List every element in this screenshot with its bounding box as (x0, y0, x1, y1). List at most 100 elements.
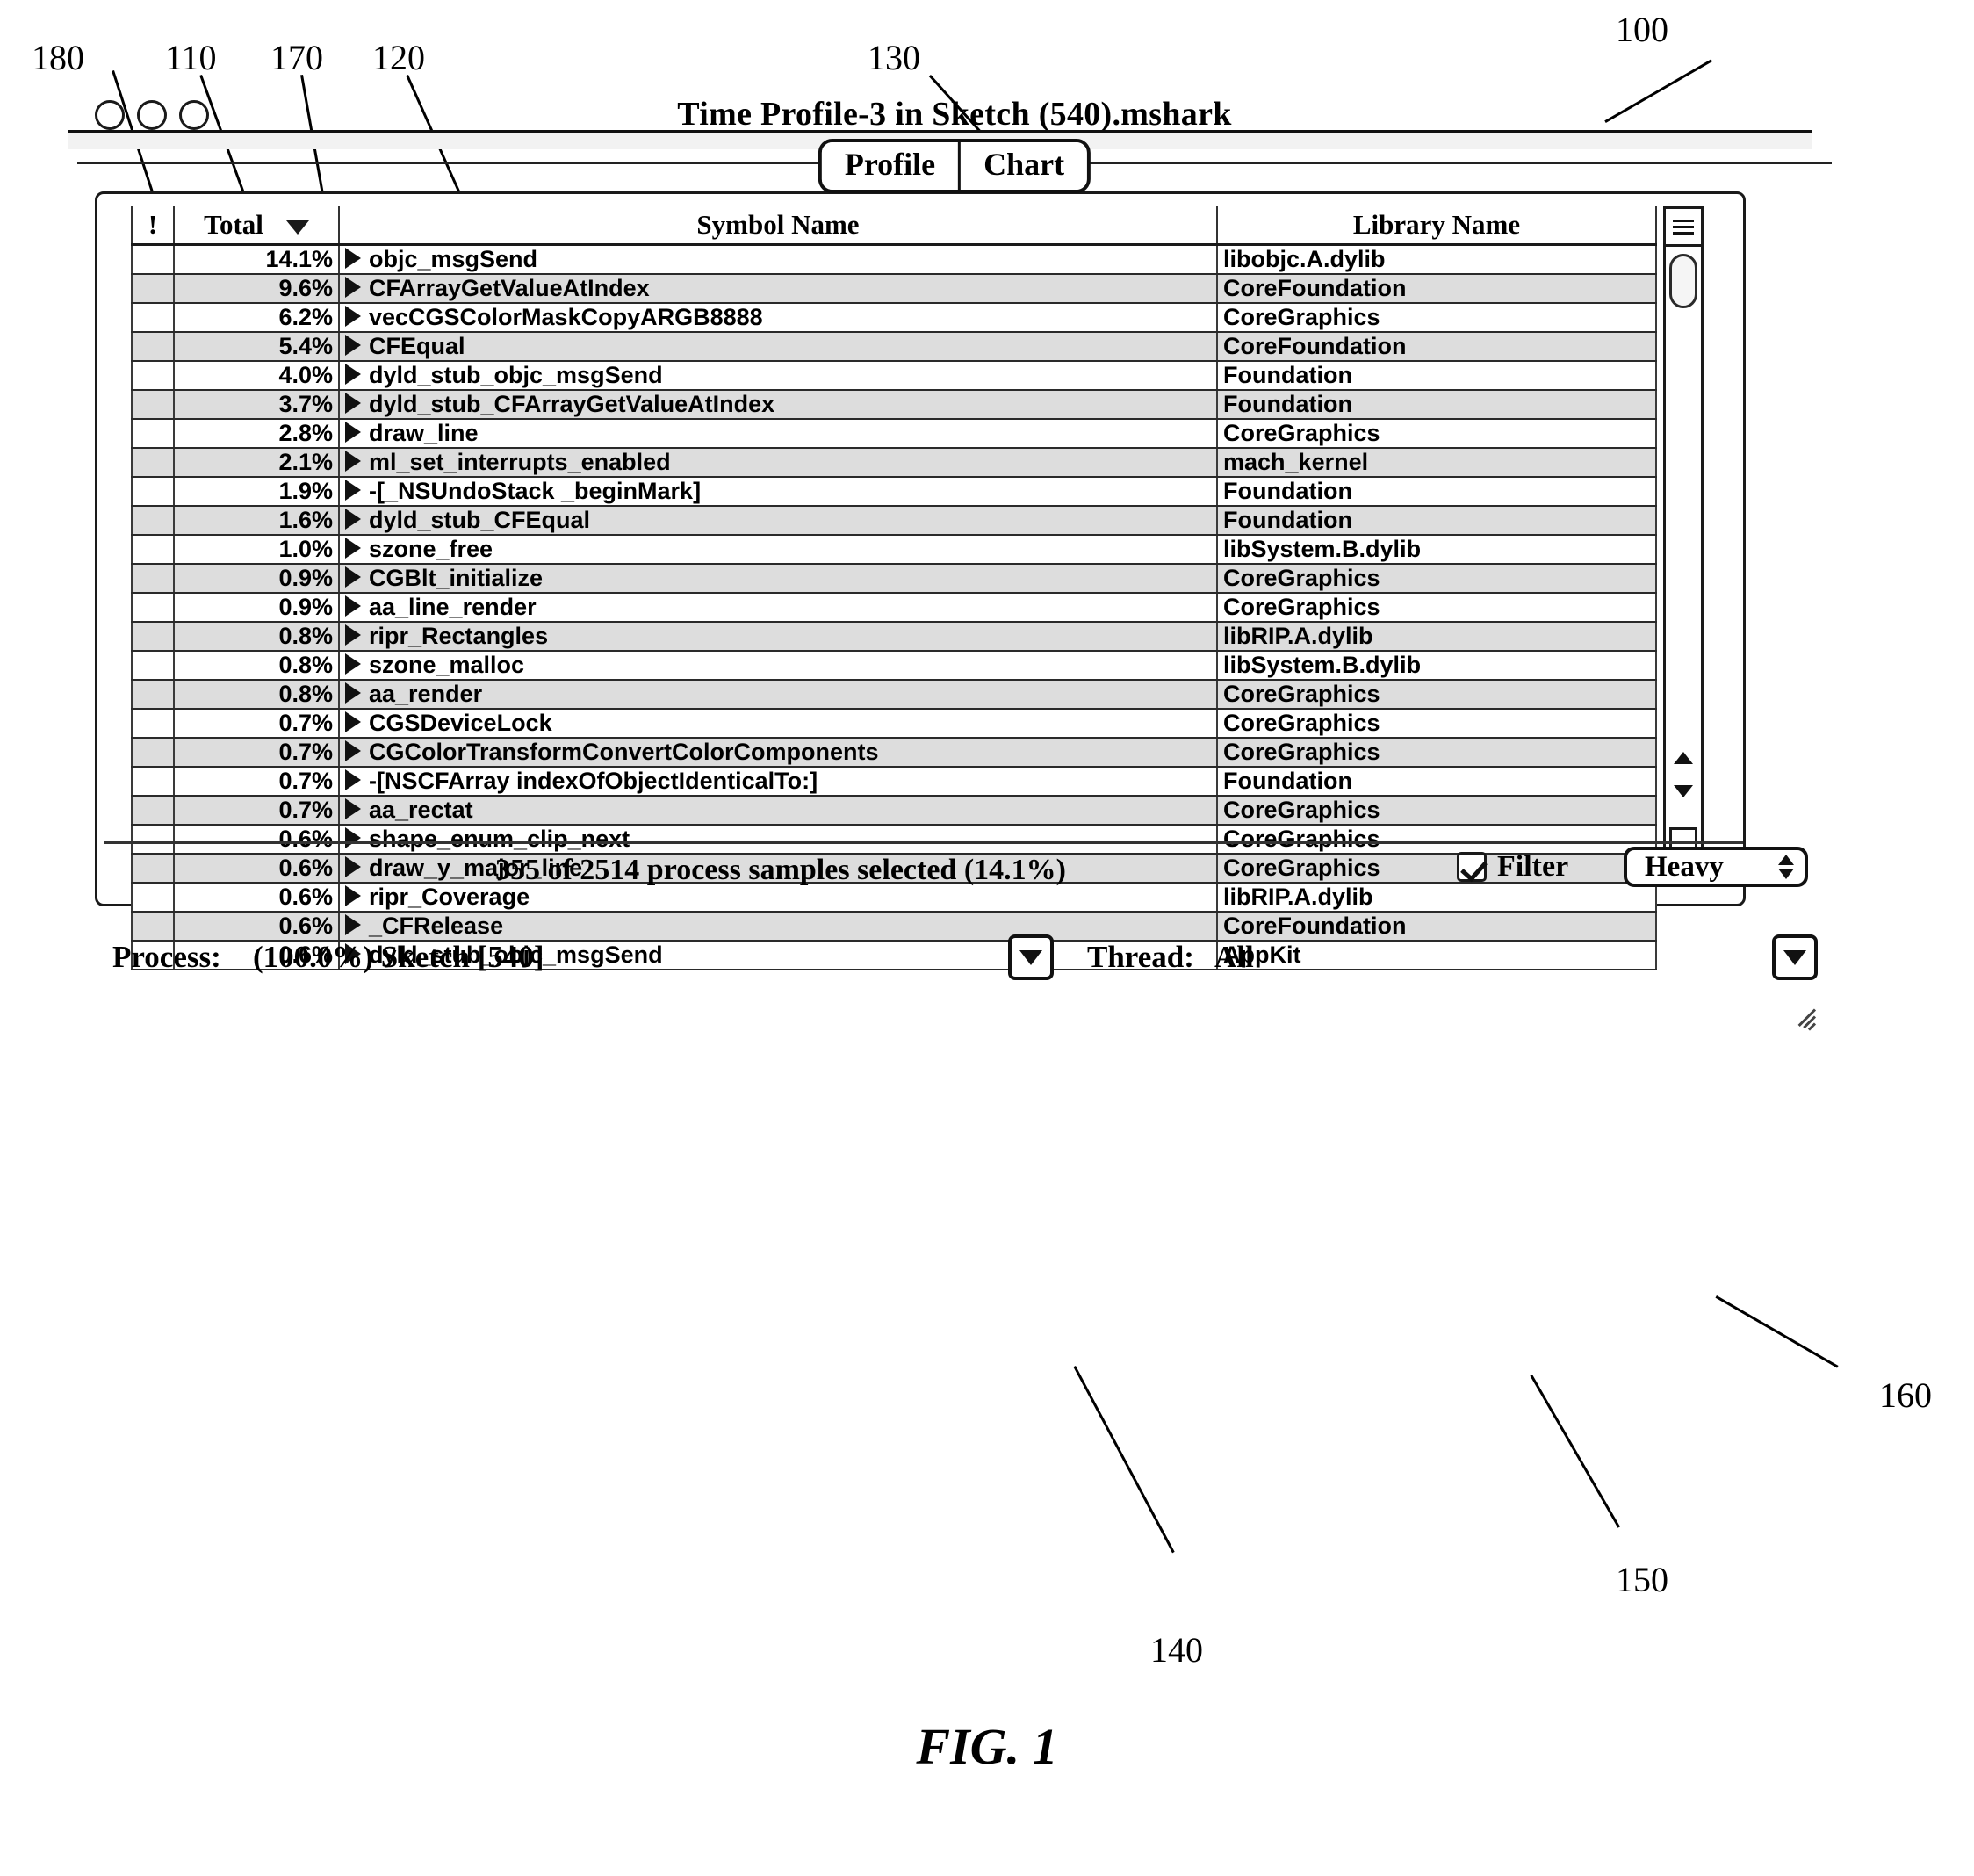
vertical-scrollbar[interactable] (1663, 247, 1704, 862)
row-symbol-cell: ripr_Rectangles (338, 622, 1218, 652)
column-header-flag[interactable]: ! (131, 206, 175, 246)
column-header-library-name[interactable]: Library Name (1216, 206, 1657, 246)
disclosure-triangle-icon[interactable] (345, 566, 361, 588)
row-total-cell: 6.2% (173, 303, 340, 333)
disclosure-triangle-icon[interactable] (345, 769, 361, 790)
disclosure-triangle-icon[interactable] (345, 595, 361, 617)
column-options-button[interactable] (1663, 206, 1704, 247)
footer-divider (104, 841, 1743, 844)
row-symbol-cell: szone_free (338, 535, 1218, 565)
table-row[interactable]: 0.8% ripr_Rectangles libRIP.A.dylib (131, 622, 1657, 652)
table-row[interactable]: 0.8% aa_render CoreGraphics (131, 680, 1657, 710)
table-row[interactable]: 0.9% CGBlt_initialize CoreGraphics (131, 564, 1657, 594)
column-header-symbol-name[interactable]: Symbol Name (338, 206, 1218, 246)
table-row[interactable]: 0.7% CGColorTransformConvertColorComponen… (131, 738, 1657, 768)
table-row[interactable]: 0.8% szone_malloc libSystem.B.dylib (131, 651, 1657, 681)
list-lines-icon (1673, 219, 1694, 222)
callout-120: 120 (372, 38, 425, 77)
table-row[interactable]: 0.7% CGSDeviceLock CoreGraphics (131, 709, 1657, 739)
disclosure-triangle-icon[interactable] (345, 248, 361, 269)
filter-checkbox[interactable] (1457, 852, 1487, 882)
row-symbol-cell: CFEqual (338, 332, 1218, 362)
row-symbol-cell: aa_render (338, 680, 1218, 710)
row-symbol-cell: dyld_stub_CFEqual (338, 506, 1218, 536)
row-flag-cell (131, 303, 175, 333)
row-flag-cell (131, 796, 175, 826)
window-title: Time Profile-3 in Sketch (540).mshark (677, 96, 1232, 133)
table-row[interactable]: 6.2% vecCGSColorMaskCopyARGB8888 CoreGraph… (131, 303, 1657, 333)
column-header-total[interactable]: Total (173, 206, 340, 246)
disclosure-triangle-icon[interactable] (345, 480, 361, 501)
scrollbar-thumb[interactable] (1669, 254, 1697, 308)
table-row[interactable]: 14.1% objc_msgSend libobjc.A.dylib (131, 244, 1657, 275)
disclosure-triangle-icon[interactable] (345, 393, 361, 414)
table-row[interactable]: 2.8% draw_line CoreGraphics (131, 419, 1657, 449)
row-total-cell: 1.9% (173, 477, 340, 507)
row-total-cell: 2.1% (173, 448, 340, 478)
resize-grip[interactable] (1785, 999, 1817, 1031)
process-value: (100.0%) Sketch [540] (253, 940, 544, 974)
row-symbol-cell: CFArrayGetValueAtIndex (338, 274, 1218, 304)
list-lines-icon (1673, 225, 1694, 228)
disclosure-triangle-icon[interactable] (345, 653, 361, 675)
row-total-cell: 4.0% (173, 361, 340, 391)
tab-chart[interactable]: Chart (958, 142, 1088, 190)
row-flag-cell (131, 506, 175, 536)
row-flag-cell (131, 419, 175, 449)
row-symbol-label: aa_rectat (369, 797, 473, 823)
table-row[interactable]: 3.7% dyld_stub_CFArrayGetValueAtIndex Foun… (131, 390, 1657, 420)
table-row[interactable]: 1.0% szone_free libSystem.B.dylib (131, 535, 1657, 565)
table-row[interactable]: 1.6% dyld_stub_CFEqual Foundation (131, 506, 1657, 536)
filter-checkbox-group[interactable]: Filter (1457, 850, 1568, 884)
row-flag-cell (131, 448, 175, 478)
row-library-cell: libobjc.A.dylib (1216, 244, 1657, 275)
disclosure-triangle-icon[interactable] (345, 798, 361, 819)
table-row[interactable]: 0.7% -[NSCFArray indexOfObjectIdenticalTo… (131, 767, 1657, 797)
scroll-down-button[interactable] (1666, 775, 1701, 808)
row-symbol-cell: szone_malloc (338, 651, 1218, 681)
disclosure-triangle-icon[interactable] (345, 364, 361, 385)
disclosure-triangle-icon[interactable] (345, 624, 361, 646)
row-library-cell: libRIP.A.dylib (1216, 622, 1657, 652)
table-row[interactable]: 4.0% dyld_stub_objc_msgSend Foundation (131, 361, 1657, 391)
row-library-cell: Foundation (1216, 767, 1657, 797)
disclosure-triangle-icon[interactable] (345, 740, 361, 761)
disclosure-triangle-icon[interactable] (345, 682, 361, 704)
table-row[interactable]: 0.7% aa_rectat CoreGraphics (131, 796, 1657, 826)
tab-profile[interactable]: Profile (821, 142, 959, 190)
row-symbol-label: szone_free (369, 536, 494, 562)
disclosure-triangle-icon[interactable] (345, 538, 361, 559)
row-symbol-label: aa_line_render (369, 594, 537, 620)
table-row[interactable]: 9.6% CFArrayGetValueAtIndex CoreFoundation (131, 274, 1657, 304)
row-symbol-cell: dyld_stub_objc_msgSend (338, 361, 1218, 391)
row-library-cell: mach_kernel (1216, 448, 1657, 478)
disclosure-triangle-icon[interactable] (345, 451, 361, 472)
disclosure-triangle-icon[interactable] (345, 335, 361, 356)
table-row[interactable]: 1.9% -[_NSUndoStack _beginMark] Foundation (131, 477, 1657, 507)
table-row[interactable]: 5.4% CFEqual CoreFoundation (131, 332, 1657, 362)
row-symbol-label: CGBlt_initialize (369, 565, 544, 591)
table-row[interactable]: 0.9% aa_line_render CoreGraphics (131, 593, 1657, 623)
disclosure-triangle-icon[interactable] (345, 422, 361, 443)
scroll-up-button[interactable] (1666, 741, 1701, 775)
view-mode-popup-button[interactable]: Heavy (1624, 847, 1808, 887)
row-symbol-cell: aa_line_render (338, 593, 1218, 623)
table-row[interactable]: 2.1% ml_set_interrupts_enabled mach_kernel (131, 448, 1657, 478)
disclosure-triangle-icon[interactable] (345, 711, 361, 732)
row-symbol-label: CGColorTransformConvertColorComponents (369, 739, 879, 765)
callout-100: 100 (1616, 10, 1668, 49)
row-total-cell: 0.8% (173, 622, 340, 652)
disclosure-triangle-icon[interactable] (345, 827, 361, 848)
disclosure-triangle-icon[interactable] (345, 277, 361, 298)
disclosure-triangle-icon[interactable] (345, 509, 361, 530)
panel-footer: 355 of 2514 process samples selected (14… (104, 841, 1808, 901)
process-thread-bar: Process: (100.0%) Sketch [540] Thread: A… (112, 931, 1818, 1031)
profile-panel: ! Total Symbol Name Library Name 14.1% ob… (95, 191, 1808, 970)
disclosure-triangle-icon[interactable] (345, 306, 361, 327)
row-total-cell: 5.4% (173, 332, 340, 362)
process-popup-button[interactable] (1008, 934, 1054, 980)
thread-label: Thread: (1087, 940, 1194, 974)
thread-popup-button[interactable] (1772, 934, 1818, 980)
callout-170: 170 (270, 38, 323, 77)
view-mode-value: Heavy (1645, 850, 1724, 883)
